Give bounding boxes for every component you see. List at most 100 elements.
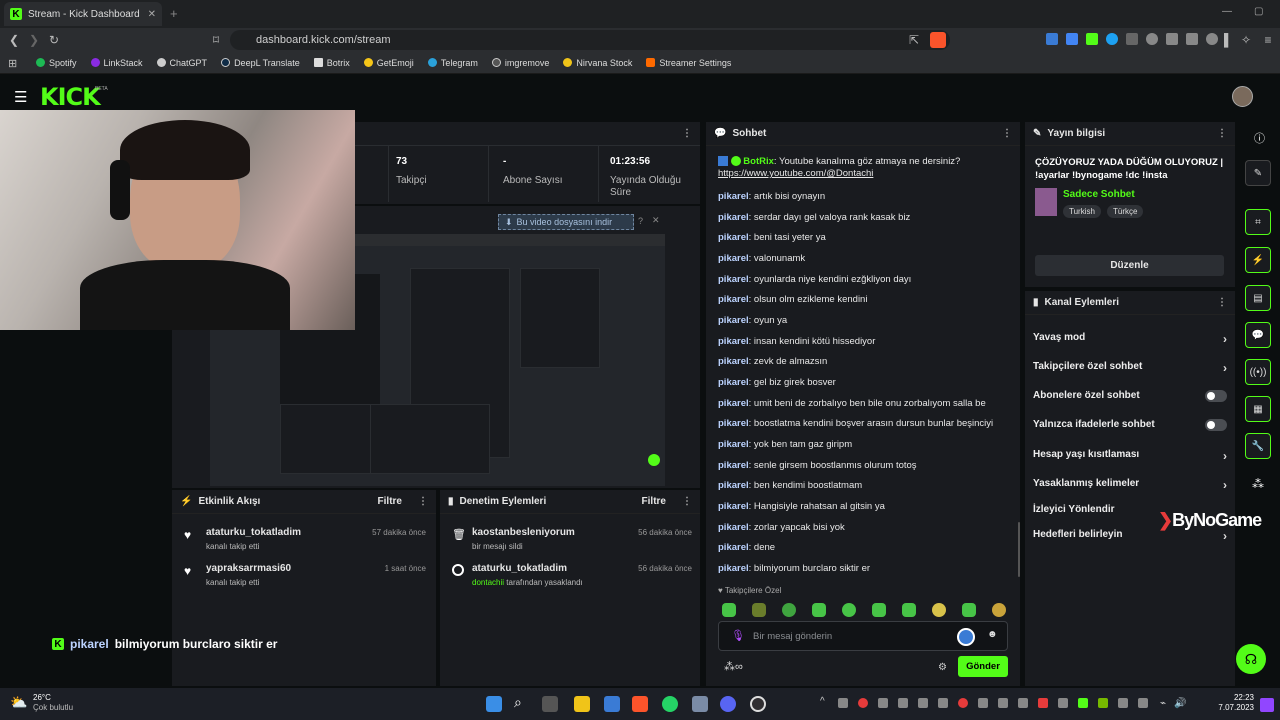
help-icon[interactable]: ? [638, 216, 643, 226]
brave-shield-icon[interactable] [930, 32, 946, 48]
chat-username[interactable]: pikarel [718, 294, 749, 305]
action-subscribers-only[interactable]: Abonelere özel sohbet [1033, 390, 1227, 402]
tray-icon[interactable] [1038, 698, 1048, 708]
action-slow-mode[interactable]: Yavaş mod › [1033, 332, 1227, 346]
emote-icon[interactable] [932, 603, 946, 617]
chat-username[interactable]: BotRix [743, 156, 774, 167]
weather-icon[interactable]: ⛅ [10, 694, 27, 711]
lightning-icon[interactable]: ⚡ [1245, 247, 1271, 273]
maximize-icon[interactable]: ▢ [1254, 6, 1263, 17]
chat-username[interactable]: pikarel [718, 253, 749, 264]
more-options-icon[interactable]: ⋮ [1217, 128, 1227, 139]
twitch-icon[interactable] [1260, 698, 1274, 712]
tag[interactable]: Turkish [1063, 205, 1101, 218]
tray-chevron-icon[interactable]: ^ [820, 696, 825, 707]
window-controls[interactable]: —▢✕ [1222, 6, 1280, 17]
extensions-puzzle-icon[interactable] [1166, 33, 1178, 45]
chat-icon[interactable]: 💬 [1245, 322, 1271, 348]
chat-username[interactable]: pikarel [718, 377, 749, 388]
bookmark-linkstack[interactable]: LinkStack [90, 58, 143, 68]
moderation-user[interactable]: ataturku_tokatladim [472, 563, 567, 574]
tray-icon[interactable] [1078, 698, 1088, 708]
nvidia-icon[interactable] [1098, 698, 1108, 708]
tray-icon[interactable] [878, 698, 888, 708]
brave-icon[interactable] [632, 696, 648, 712]
extension-icon[interactable] [1106, 33, 1118, 45]
edit-button[interactable]: Düzenle [1035, 255, 1224, 276]
bookmark-imgremove[interactable]: imgremove [491, 58, 549, 68]
emote-icon[interactable] [782, 603, 796, 617]
extension-icon[interactable] [1046, 33, 1058, 45]
chat-username[interactable]: pikarel [718, 336, 749, 347]
chat-username[interactable]: pikarel [718, 274, 749, 285]
download-video-button[interactable]: ⬇ Bu video dosyasını indir [498, 214, 634, 230]
edit-icon[interactable]: ✎ [1245, 160, 1271, 186]
activity-user[interactable]: ataturku_tokatladim [206, 527, 301, 538]
assistant-icon[interactable] [957, 628, 975, 646]
bookmark-deepl[interactable]: DeepL Translate [221, 58, 300, 68]
moderation-icon[interactable]: ▤ [1245, 285, 1271, 311]
chat-username[interactable]: pikarel [718, 356, 749, 367]
tray-icon[interactable] [1118, 698, 1128, 708]
tray-icon[interactable] [958, 698, 968, 708]
emote-icon[interactable] [842, 603, 856, 617]
chat-scrollbar[interactable] [1018, 522, 1020, 577]
emote-icon[interactable] [902, 603, 916, 617]
file-explorer-icon[interactable] [574, 696, 590, 712]
tray-icon[interactable] [898, 698, 908, 708]
toggle-switch[interactable] [1205, 419, 1227, 431]
tray-icon[interactable] [938, 698, 948, 708]
extension-icon[interactable] [1186, 33, 1198, 45]
bookmark-nirvana[interactable]: Nirvana Stock [563, 58, 632, 68]
filter-button[interactable]: Filtre [378, 496, 402, 507]
chat-username[interactable]: pikarel [718, 522, 749, 533]
tag[interactable]: Türkçe [1107, 205, 1144, 218]
send-button[interactable]: Gönder [958, 656, 1008, 677]
more-options-icon[interactable]: ⋮ [418, 496, 428, 507]
bookmark-chatgpt[interactable]: ChatGPT [156, 58, 207, 68]
bookmark-spotify[interactable]: Spotify [36, 58, 77, 68]
emote-icon[interactable] [872, 603, 886, 617]
tray-icon[interactable] [1018, 698, 1028, 708]
emote-icon[interactable] [962, 603, 976, 617]
discord-icon[interactable] [720, 696, 736, 712]
search-icon[interactable]: ⌕ [514, 694, 522, 711]
forward-icon[interactable]: ❯ [26, 32, 42, 48]
action-raid[interactable]: İzleyici Yönlendir [1033, 504, 1153, 515]
tray-icon[interactable] [858, 698, 868, 708]
system-tray-icons[interactable] [838, 698, 1148, 708]
app-icon[interactable] [692, 696, 708, 712]
chat-settings-dots-icon[interactable]: ⁂∞ [724, 660, 743, 673]
clip-icon[interactable]: ⌗ [1245, 209, 1271, 235]
system-status-icons[interactable]: ⌁ 🔊 [1160, 698, 1186, 709]
action-account-age[interactable]: Hesap yaşı kısıtlaması › [1033, 449, 1227, 463]
chat-username[interactable]: pikarel [718, 315, 749, 326]
close-tab-icon[interactable]: ✕ [148, 9, 156, 20]
broadcast-icon[interactable]: ((•)) [1245, 359, 1271, 385]
more-options-icon[interactable]: ⋮ [682, 128, 692, 139]
hamburger-menu-icon[interactable]: ☰ [14, 88, 27, 106]
settings-gear-icon[interactable]: ⚙ [938, 662, 947, 673]
info-icon[interactable]: ⓘ [1254, 130, 1265, 146]
tray-icon[interactable] [918, 698, 928, 708]
tray-icon[interactable] [1058, 698, 1068, 708]
obs-icon[interactable] [750, 696, 766, 712]
share-icon[interactable]: ⇱ [906, 32, 922, 48]
bookmark-icon[interactable]: ⌑ [208, 32, 224, 48]
new-tab-icon[interactable]: + [170, 6, 178, 21]
more-options-icon[interactable]: ⋮ [1002, 128, 1012, 139]
reload-icon[interactable]: ↻ [46, 32, 62, 48]
task-view-icon[interactable] [542, 696, 558, 712]
emote-icon[interactable] [812, 603, 826, 617]
volume-icon[interactable]: 🔊 [1174, 698, 1186, 709]
category-name[interactable]: Sadece Sohbet [1063, 189, 1135, 200]
stats-icon[interactable]: ▦ [1245, 396, 1271, 422]
activity-user[interactable]: yapraksarrmasi60 [206, 563, 291, 574]
weather-widget[interactable]: 26°C Çok bulutlu [33, 693, 73, 713]
chat-username[interactable]: pikarel [718, 542, 749, 553]
chat-link[interactable]: https://www.youtube.com/@Dontachi [718, 168, 873, 179]
filter-button[interactable]: Filtre [642, 496, 666, 507]
browser-tab[interactable]: K Stream - Kick Dashboard ✕ [4, 2, 162, 26]
emote-icon[interactable] [752, 603, 766, 617]
chat-username[interactable]: pikarel [718, 418, 749, 429]
